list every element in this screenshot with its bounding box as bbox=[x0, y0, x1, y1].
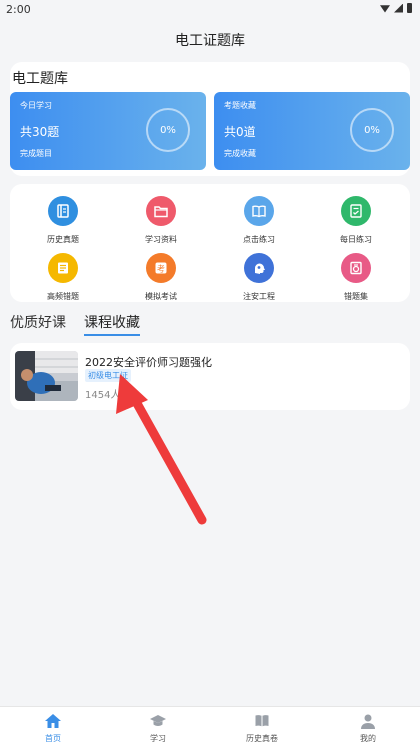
grid-item-study-materials[interactable]: 学习资料 bbox=[121, 196, 201, 245]
bank-title: 电工题库 bbox=[12, 71, 68, 87]
grid-item-daily-practice[interactable]: 每日练习 bbox=[316, 196, 396, 245]
today-study-count: 共30题 bbox=[20, 125, 60, 139]
today-study-sub: 完成题目 bbox=[20, 149, 52, 158]
favorites-progress-ring: 0% bbox=[350, 108, 394, 152]
tab-quality-courses[interactable]: 优质好课 bbox=[10, 312, 66, 332]
course-title: 2022安全评价师习题强化 bbox=[85, 356, 212, 369]
graduation-cap-icon bbox=[150, 715, 166, 726]
open-book-icon bbox=[244, 196, 274, 226]
grid-item-history-exams[interactable]: 历史真题 bbox=[23, 196, 103, 245]
page-title: 电工证题库 bbox=[175, 33, 245, 49]
repair-icon bbox=[341, 253, 371, 283]
status-bar: 2:00 bbox=[0, 0, 420, 20]
folder-icon bbox=[146, 196, 176, 226]
grid-label: 高频错题 bbox=[47, 292, 79, 301]
grid-item-frequent-errors[interactable]: 高频错题 bbox=[23, 253, 103, 302]
favorites-label: 考题收藏 bbox=[224, 101, 256, 110]
notes-icon bbox=[48, 253, 78, 283]
nav-label: 历史真卷 bbox=[246, 734, 278, 743]
today-study-card[interactable]: 今日学习 共30题 完成题目 0% bbox=[10, 92, 206, 170]
nav-home[interactable]: 首页 bbox=[23, 713, 83, 744]
grid-label: 点击练习 bbox=[243, 235, 275, 244]
question-bank-card: 电工题库 今日学习 共30题 完成题目 0% 考题收藏 共0道 完成收藏 0% bbox=[10, 62, 410, 176]
course-card[interactable]: 2022安全评价师习题强化 初级电工证 1454人 bbox=[10, 343, 410, 410]
checklist-icon bbox=[341, 196, 371, 226]
battery-icon bbox=[407, 3, 412, 13]
grid-label: 模拟考试 bbox=[145, 292, 177, 301]
grid-item-click-practice[interactable]: 点击练习 bbox=[219, 196, 299, 245]
today-progress-ring: 0% bbox=[146, 108, 190, 152]
grid-item-mock-exam[interactable]: 考 模拟考试 bbox=[121, 253, 201, 302]
signal-icon bbox=[394, 3, 403, 13]
today-progress-percent: 0% bbox=[160, 124, 176, 136]
tab-course-favorites[interactable]: 课程收藏 bbox=[84, 312, 140, 332]
function-grid: 历史真题 学习资料 点击练习 每日练习 高频错题 考 模拟考试 注安工程 错题集 bbox=[10, 184, 410, 302]
wifi-icon bbox=[380, 5, 390, 13]
svg-text:考: 考 bbox=[157, 265, 165, 274]
favorites-sub: 完成收藏 bbox=[224, 149, 256, 158]
nav-history-papers[interactable]: 历史真卷 bbox=[232, 713, 292, 744]
book-icon bbox=[255, 715, 269, 727]
status-time: 2:00 bbox=[6, 3, 31, 16]
grid-label: 学习资料 bbox=[145, 235, 177, 244]
bottom-navigation: 首页 学习 历史真卷 我的 bbox=[0, 706, 420, 747]
status-icons bbox=[380, 3, 412, 13]
favorites-count: 共0道 bbox=[224, 125, 256, 139]
exam-icon: 考 bbox=[146, 253, 176, 283]
favorites-card[interactable]: 考题收藏 共0道 完成收藏 0% bbox=[214, 92, 410, 170]
nav-study[interactable]: 学习 bbox=[128, 713, 188, 744]
active-tab-indicator bbox=[84, 334, 140, 336]
course-learner-count: 1454人 bbox=[85, 390, 121, 401]
grid-label: 错题集 bbox=[344, 292, 368, 301]
grid-label: 历史真题 bbox=[47, 235, 79, 244]
grid-label: 注安工程 bbox=[243, 292, 275, 301]
grid-label: 每日练习 bbox=[340, 235, 372, 244]
nav-label: 首页 bbox=[45, 734, 61, 743]
course-tag: 初级电工证 bbox=[85, 369, 131, 382]
course-thumbnail bbox=[15, 351, 78, 401]
user-icon bbox=[361, 714, 375, 729]
favorites-progress-percent: 0% bbox=[364, 124, 380, 136]
nav-profile[interactable]: 我的 bbox=[338, 713, 398, 744]
head-icon bbox=[244, 253, 274, 283]
nav-label: 我的 bbox=[360, 734, 376, 743]
nav-label: 学习 bbox=[150, 734, 166, 743]
grid-item-wrong-questions[interactable]: 错题集 bbox=[316, 253, 396, 302]
today-study-label: 今日学习 bbox=[20, 101, 52, 110]
grid-item-safety-engineering[interactable]: 注安工程 bbox=[219, 253, 299, 302]
home-icon bbox=[45, 714, 61, 728]
book-icon bbox=[48, 196, 78, 226]
